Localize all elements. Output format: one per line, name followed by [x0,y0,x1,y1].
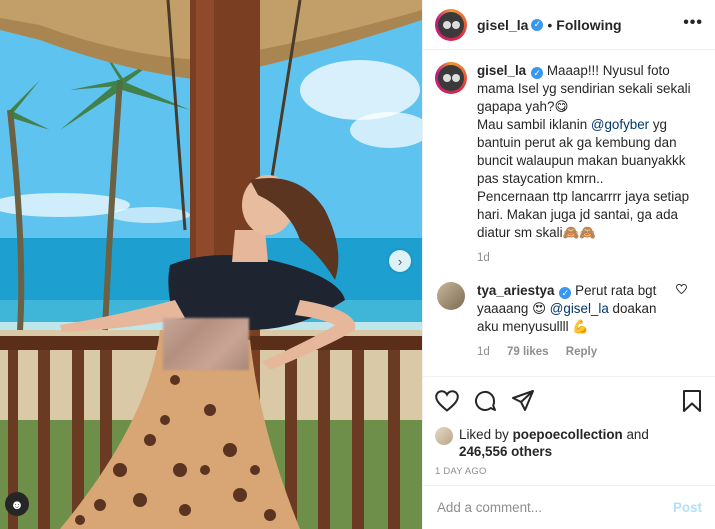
post-comment-button[interactable]: Post [673,500,702,515]
actions-section: Liked by poepoecollection and 246,556 ot… [423,376,715,477]
avatar[interactable] [435,62,467,94]
chevron-right-icon: › [397,253,403,269]
next-photo-button[interactable]: › [389,250,411,272]
small-heart-icon[interactable] [676,283,687,297]
comment-text: tya_ariestya ✓ Perut rata bgt yaaaang 😍 @… [477,282,679,336]
action-icons [435,387,704,415]
mention-link[interactable]: @gisel_la [550,301,609,316]
comment-age[interactable]: 1d [477,346,490,358]
avatar[interactable] [435,8,467,41]
caption-body: gisel_la ✓ Maaap!!! Nyusul foto mama Isel… [477,62,701,264]
liked-by-text: Liked by poepoecollection and 246,556 ot… [459,426,649,460]
heart-icon[interactable] [435,390,459,412]
post-username[interactable]: gisel_la [477,17,528,33]
liked-by-prefix: Liked by [459,427,513,442]
post-side-panel: gisel_la ✓ • Following ••• gisel_la ✓ Maa… [422,0,715,529]
separator-dot: • [547,16,553,33]
following-button[interactable]: Following [556,17,621,33]
liked-by-summary: Liked by poepoecollection and 246,556 ot… [435,426,704,460]
photo-scene [0,0,422,529]
avatar[interactable] [437,282,465,310]
comment-body: tya_ariestya ✓ Perut rata bgt yaaaang 😍 @… [477,282,701,358]
bookmark-icon[interactable] [682,389,702,413]
comments-list: gisel_la ✓ Maaap!!! Nyusul foto mama Isel… [423,50,715,378]
comment-username[interactable]: tya_ariestya [477,283,554,298]
post-photo[interactable]: › ☻ [0,0,422,529]
comment-icon[interactable] [473,389,497,413]
caption-username[interactable]: gisel_la [477,63,526,78]
caption-meta: 1d [477,252,701,264]
paper-plane-icon[interactable] [511,389,535,413]
liked-by-user[interactable]: poepoecollection [513,427,623,442]
post-header: gisel_la ✓ • Following ••• [423,0,715,50]
comment-likes[interactable]: 79 likes [507,346,549,358]
caption-age[interactable]: 1d [477,252,490,264]
post-timestamp[interactable]: 1 DAY AGO [435,466,704,477]
comment-meta: 1d 79 likes Reply [477,346,679,358]
caption-text: gisel_la ✓ Maaap!!! Nyusul foto mama Isel… [477,62,701,242]
reply-button[interactable]: Reply [566,346,597,358]
caption-line-2-pre: Mau sambil iklanin [477,117,591,132]
caption-line-3: Pencernaan ttp lancarrrr jaya setiap har… [477,189,690,240]
liked-by-middle: and [622,427,649,442]
profile-badge-icon[interactable]: ☻ [5,492,29,516]
liked-by-count[interactable]: 246,556 others [459,444,552,459]
verified-badge-icon: ✓ [531,67,544,79]
caption-row: gisel_la ✓ Maaap!!! Nyusul foto mama Isel… [435,62,701,264]
avatar[interactable] [435,427,453,445]
comment-row: tya_ariestya ✓ Perut rata bgt yaaaang 😍 @… [435,282,701,358]
verified-badge-icon: ✓ [559,287,572,299]
add-comment-bar: Post [423,485,715,529]
mention-link[interactable]: @gofyber [591,117,649,132]
more-options-icon[interactable]: ••• [683,14,703,32]
censor-blur [163,318,249,370]
verified-badge-icon: ✓ [531,18,544,31]
comment-input[interactable] [437,500,673,515]
